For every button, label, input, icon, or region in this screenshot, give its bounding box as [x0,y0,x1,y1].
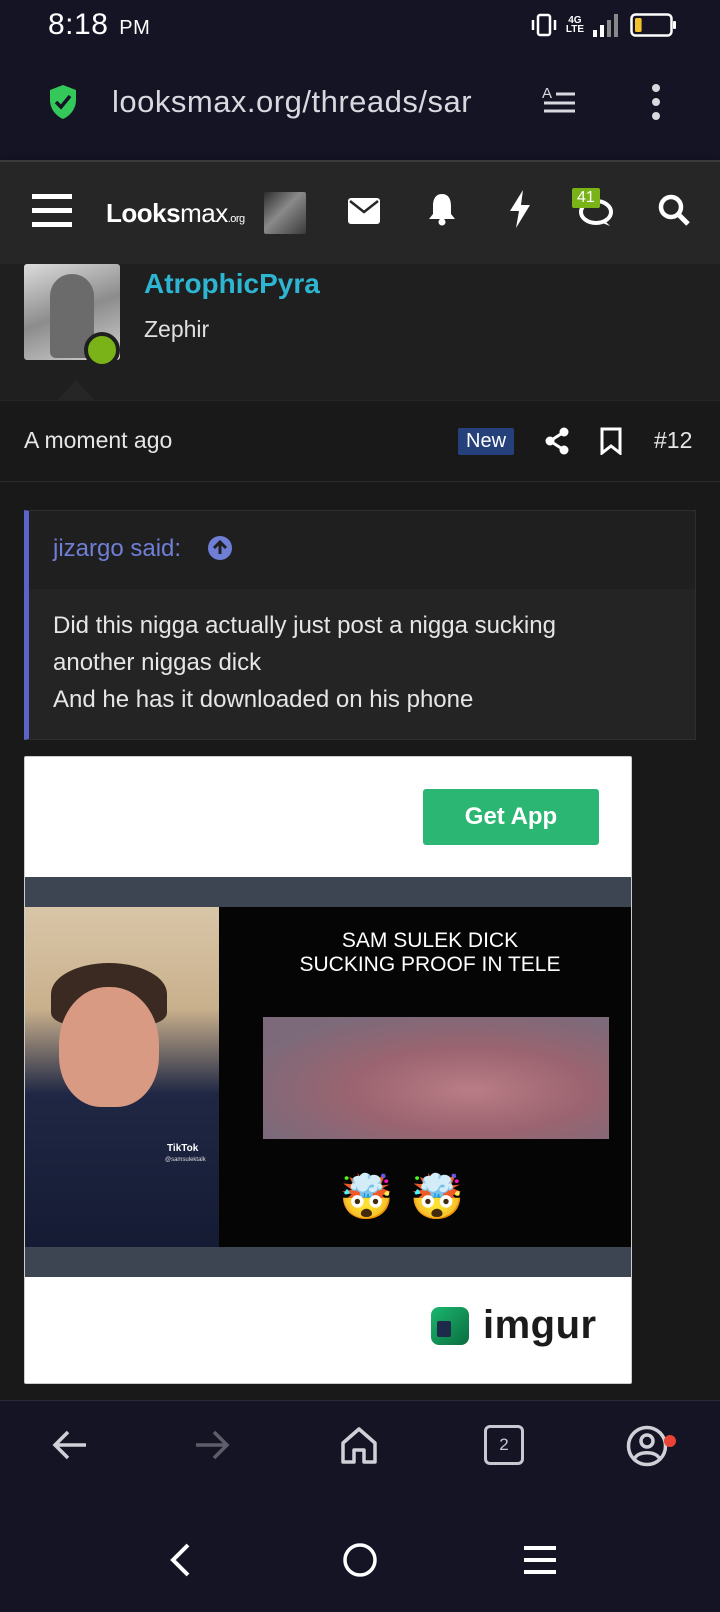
quote-block: jizargo said: Did this nigga actually ju… [24,510,696,740]
post-username[interactable]: AtrophicPyra [144,268,320,300]
more-vert-icon[interactable] [648,82,664,122]
status-bar: 8:18 PM 4G LTE [0,0,720,52]
bookmark-icon[interactable] [600,427,622,455]
signal-icon [593,14,618,37]
notification-dot [664,1435,676,1447]
back-arrow-icon[interactable] [52,1429,88,1461]
clock-time: 8:18 [48,8,109,41]
imgur-logo-icon [431,1306,469,1345]
embed-frame: TikTok @samsulektalk SAM SULEK DICK SUCK… [25,877,631,1277]
account-icon[interactable] [626,1425,668,1467]
bolt-icon[interactable] [508,190,532,228]
imgur-branding[interactable]: imgur [431,1303,597,1348]
browser-toolbar: 2 [0,1400,720,1512]
quote-body: Did this nigga actually just post a nigg… [53,607,683,718]
post-time[interactable]: A moment ago [24,427,172,454]
logo-thin: max [180,198,228,228]
status-icons: 4G LTE [530,10,678,40]
get-app-button[interactable]: Get App [423,789,599,845]
imgur-wordmark: imgur [483,1303,597,1347]
logo-main: Looks [106,198,181,228]
emoji-row: 🤯🤯 [339,1173,481,1222]
person-photo: TikTok @samsulektalk [25,907,219,1247]
caption-line: SAM SULEK DICK [341,929,519,952]
search-icon[interactable] [658,194,690,226]
system-nav-bar [0,1512,720,1612]
menu-icon[interactable] [32,194,72,228]
browser-url-bar: looksmax.org/threads/sar A [0,52,720,160]
network-type: 4G LTE [565,16,584,35]
system-back-icon[interactable] [168,1542,192,1578]
account-avatar[interactable] [264,192,306,234]
bell-icon[interactable] [428,192,456,226]
site-logo[interactable]: Looksmax.org [106,198,245,229]
url-field[interactable]: looksmax.org/threads/sar [112,84,512,120]
mail-icon[interactable] [348,198,380,224]
embed-image[interactable]: TikTok @samsulektalk SAM SULEK DICK SUCK… [25,907,631,1247]
post-user-block: AtrophicPyra Zephir [0,264,720,400]
system-home-icon[interactable] [342,1542,378,1578]
user-arrow [58,380,94,400]
quote-header: jizargo said: [29,511,695,589]
quote-line: And he has it downloaded on his phone [53,686,474,713]
site-nav: Looksmax.org 41 [0,160,720,264]
clock-ampm: PM [119,17,151,39]
conversations-badge: 41 [572,188,600,208]
imgur-embed: Get App TikTok @samsulektalk SAM SULEK D… [24,756,632,1384]
system-recents-icon[interactable] [524,1546,556,1574]
reader-mode-icon[interactable]: A [542,84,576,118]
logo-org: .org [227,213,245,225]
post-meta: A moment ago New #12 [0,400,720,482]
user-title: Zephir [144,316,210,342]
caption-line: SUCKING PROOF IN TELE [299,953,561,976]
vibrate-icon [531,13,557,37]
forward-arrow-icon[interactable] [194,1429,230,1461]
blurred-image [263,1017,609,1139]
arrow-up-circle-icon[interactable] [207,535,233,561]
image-caption: SAM SULEK DICK SUCKING PROOF IN TELE [255,929,605,977]
new-badge: New [458,428,515,455]
share-icon[interactable] [544,427,570,455]
quote-line: Did this nigga actually just post a nigg… [53,612,556,639]
tabs-icon[interactable]: 2 [484,1425,524,1465]
quote-author[interactable]: jizargo said: [53,535,181,563]
status-clock: 8:18 PM [48,8,150,42]
photo-face [59,987,159,1107]
post-number[interactable]: #12 [654,427,692,454]
online-status-indicator [84,332,120,368]
svg-text:A: A [542,85,552,102]
shield-check-icon[interactable] [48,84,78,120]
home-icon[interactable] [340,1425,378,1465]
tiktok-watermark: TikTok [167,1143,199,1154]
battery-icon [630,13,676,37]
network-bottom: LTE [565,24,584,35]
tiktok-handle: @samsulektalk [165,1157,206,1163]
quote-line: another niggas dick [53,649,262,676]
